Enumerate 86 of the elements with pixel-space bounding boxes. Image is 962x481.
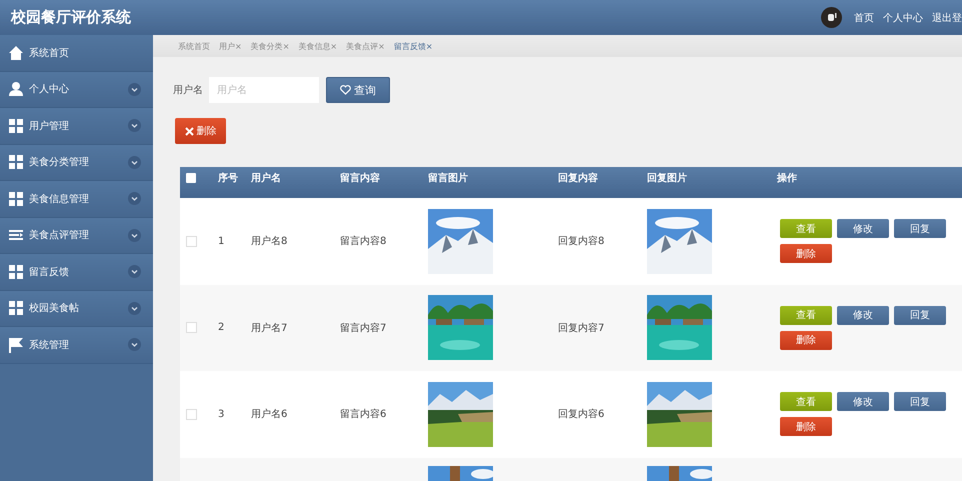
heart-icon	[340, 85, 351, 95]
sidebar-item[interactable]: 系统首页	[0, 35, 153, 72]
flag-icon	[8, 336, 24, 353]
sidebar-item[interactable]: 系统管理	[0, 327, 153, 364]
delete-button[interactable]: 删除	[780, 417, 832, 436]
sidebar-label: 美食点评管理	[29, 228, 90, 242]
edit-button[interactable]: 修改	[837, 219, 889, 238]
search-button[interactable]: 查询	[326, 77, 390, 103]
chevron-icon[interactable]	[128, 302, 141, 315]
column-header: 留言内容	[340, 171, 381, 186]
tab[interactable]: 系统首页	[178, 40, 210, 52]
tab[interactable]: 用户×	[219, 40, 242, 52]
row-checkbox[interactable]	[186, 236, 197, 247]
table-cell-text: 用户名7	[251, 322, 288, 335]
table-cell-text: 留言内容6	[340, 408, 388, 422]
home-icon	[8, 44, 24, 61]
reply-button[interactable]: 回复	[894, 306, 946, 325]
sidebar-label: 系统首页	[29, 46, 70, 60]
sidebar-item[interactable]: 用户管理	[0, 108, 153, 144]
table-cell-text: 用户名8	[251, 234, 288, 248]
column-header: 用户名	[251, 171, 282, 186]
delete-button[interactable]: 删除	[175, 118, 226, 144]
column-header: 回复内容	[558, 171, 599, 186]
nav-link[interactable]: 退出登	[932, 10, 962, 24]
grid-icon	[8, 190, 24, 207]
chevron-icon[interactable]	[128, 192, 141, 206]
table-cell-text: 用户名6	[251, 408, 288, 422]
select-all-checkbox[interactable]	[186, 173, 196, 184]
column-header: 回复图片	[647, 172, 688, 186]
row-checkbox[interactable]	[186, 322, 197, 334]
view-button[interactable]: 查看	[780, 392, 832, 412]
delete-button[interactable]: 删除	[780, 330, 832, 350]
sidebar-label: 用户管理	[29, 120, 70, 133]
grid-icon	[8, 154, 24, 170]
search-field[interactable]: 用户名	[209, 77, 319, 103]
view-button[interactable]: 查看	[780, 219, 832, 238]
sidebar-item[interactable]: 留言反馈	[0, 254, 153, 290]
nav-link[interactable]: 首页	[854, 10, 874, 24]
sidebar-label: 美食分类管理	[29, 156, 90, 170]
grid-icon	[8, 300, 24, 316]
sidebar-item[interactable]: 个人中心	[0, 72, 153, 108]
chevron-icon[interactable]	[128, 338, 141, 352]
table-cell-text: 3	[218, 408, 226, 420]
tab[interactable]: 美食分类×	[250, 40, 290, 52]
table-cell-text: 留言内容7	[340, 322, 388, 335]
tab[interactable]: 美食点评×	[346, 40, 385, 52]
tab[interactable]: 留言反馈×	[394, 40, 433, 52]
sidebar-label: 校园美食帖	[29, 302, 80, 316]
delete-button[interactable]: 删除	[780, 244, 832, 264]
reply-button[interactable]: 回复	[894, 219, 946, 238]
table-cell-text: 回复内容7	[558, 322, 606, 335]
tab[interactable]: 美食信息×	[298, 40, 338, 52]
sidebar-item[interactable]: 校园美食帖	[0, 290, 153, 327]
user-icon	[8, 81, 24, 98]
chevron-icon[interactable]	[128, 82, 141, 96]
sidebar-label: 留言反馈	[29, 266, 70, 279]
grid-icon	[8, 264, 24, 280]
column-header: 序号	[218, 171, 239, 186]
row-checkbox[interactable]	[186, 408, 197, 420]
chevron-icon[interactable]	[128, 228, 141, 242]
app-title: 校园餐厅评价系统	[11, 8, 132, 27]
avatar-icon[interactable]	[821, 7, 842, 28]
column-header: 留言图片	[428, 171, 469, 186]
sidebar-label: 系统管理	[29, 338, 70, 352]
sidebar-label: 个人中心	[29, 82, 70, 96]
table-cell-text: 回复内容6	[558, 408, 606, 422]
field-label: 用户名	[173, 84, 203, 97]
edit-button[interactable]: 修改	[837, 392, 889, 412]
chevron-icon[interactable]	[128, 119, 141, 132]
reply-button[interactable]: 回复	[894, 392, 946, 412]
chevron-icon[interactable]	[128, 156, 141, 169]
sidebar-item[interactable]: 美食点评管理	[0, 218, 153, 254]
chevron-icon[interactable]	[128, 265, 141, 278]
edit-button[interactable]: 修改	[837, 306, 889, 325]
table-cell-text: 回复内容8	[558, 234, 606, 248]
sidebar-item[interactable]: 美食分类管理	[0, 144, 153, 181]
close-icon	[184, 126, 194, 136]
table-cell-text: 2	[218, 322, 226, 334]
grid-icon	[8, 118, 24, 134]
table-cell-text: 留言内容8	[340, 234, 388, 248]
sidebar-item[interactable]: 美食信息管理	[0, 181, 153, 218]
view-button[interactable]: 查看	[780, 306, 832, 325]
nav-link[interactable]: 个人中心	[883, 10, 923, 24]
column-header: 操作	[777, 172, 798, 186]
sidebar-label: 美食信息管理	[29, 192, 90, 206]
table-cell-text: 1	[218, 236, 226, 247]
